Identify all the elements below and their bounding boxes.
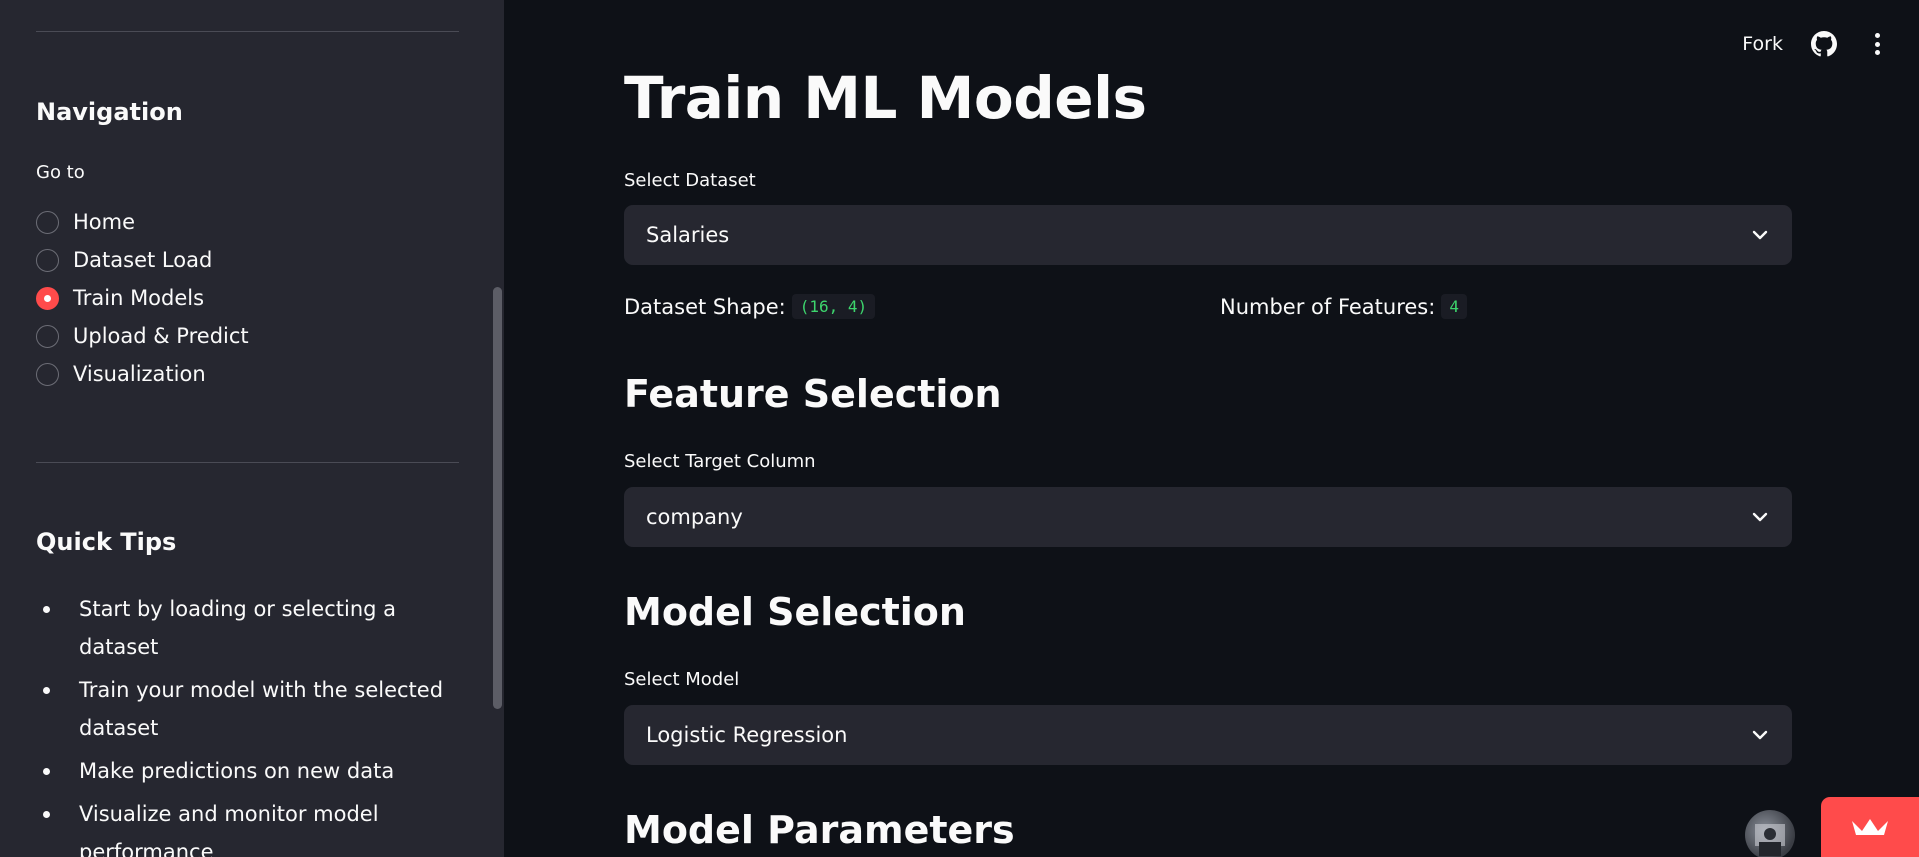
feature-selection-heading: Feature Selection — [624, 372, 1002, 416]
kebab-menu-icon[interactable] — [1865, 31, 1889, 57]
tip-item: Visualize and monitor model performance — [36, 795, 466, 857]
dataset-select-value: Salaries — [646, 223, 730, 247]
nav-option-label: Upload & Predict — [73, 324, 249, 348]
navigation-radio-group: Home Dataset Load Train Models Upload & … — [36, 203, 249, 393]
nav-option-label: Visualization — [73, 362, 206, 386]
sidebar-divider-middle — [36, 462, 459, 463]
nav-option-home[interactable]: Home — [36, 203, 249, 241]
select-model-label: Select Model — [624, 669, 740, 690]
target-column-select[interactable]: company — [624, 487, 1792, 547]
kebab-dot — [1874, 33, 1880, 38]
select-dataset-label: Select Dataset — [624, 170, 756, 191]
github-icon[interactable] — [1811, 31, 1837, 57]
kebab-dot — [1874, 50, 1880, 55]
fork-link[interactable]: Fork — [1742, 33, 1783, 55]
sidebar-scrollbar[interactable] — [493, 287, 502, 709]
radio-selected-icon[interactable] — [36, 286, 59, 310]
chevron-down-icon — [1750, 507, 1770, 527]
dataset-select[interactable]: Salaries — [624, 205, 1792, 265]
select-target-label: Select Target Column — [624, 451, 816, 472]
nav-option-visualization[interactable]: Visualization — [36, 355, 249, 393]
streamlit-badge[interactable] — [1821, 797, 1919, 857]
page-title: Train ML Models — [624, 64, 1147, 132]
nav-option-train-models[interactable]: Train Models — [36, 279, 249, 317]
kebab-dot — [1874, 41, 1880, 47]
header-toolbar: Fork — [1742, 24, 1919, 64]
user-avatar[interactable] — [1745, 810, 1795, 857]
nav-option-label: Home — [73, 210, 136, 234]
chevron-down-icon — [1750, 225, 1770, 245]
nav-option-label: Dataset Load — [73, 248, 213, 272]
num-features-stat: Number of Features: 4 — [1220, 294, 1467, 319]
radio-circle-icon[interactable] — [36, 324, 59, 348]
radio-circle-icon[interactable] — [36, 248, 59, 272]
nav-option-dataset-load[interactable]: Dataset Load — [36, 241, 249, 279]
model-selection-heading: Model Selection — [624, 590, 966, 634]
tip-item: Train your model with the selected datas… — [36, 671, 466, 747]
radio-circle-icon[interactable] — [36, 210, 59, 234]
sidebar-divider-top — [36, 31, 459, 32]
radio-circle-icon[interactable] — [36, 362, 59, 386]
dataset-shape-value: (16, 4) — [791, 294, 876, 319]
nav-option-label: Train Models — [73, 286, 205, 310]
dataset-shape-label: Dataset Shape: — [624, 294, 786, 319]
dataset-shape-stat: Dataset Shape: (16, 4) — [624, 294, 876, 319]
model-select[interactable]: Logistic Regression — [624, 705, 1792, 765]
nav-option-upload-predict[interactable]: Upload & Predict — [36, 317, 249, 355]
sidebar: Navigation Go to Home Dataset Load Train… — [0, 0, 504, 857]
target-select-value: company — [646, 505, 743, 529]
num-features-value: 4 — [1441, 294, 1467, 319]
streamlit-crown-icon — [1850, 815, 1890, 839]
tip-item: Make predictions on new data — [36, 752, 466, 790]
tip-item: Start by loading or selecting a dataset — [36, 590, 466, 666]
model-select-value: Logistic Regression — [646, 723, 848, 747]
navigation-heading: Navigation — [36, 98, 183, 126]
num-features-label: Number of Features: — [1220, 294, 1436, 319]
goto-label: Go to — [36, 162, 85, 183]
quick-tips-heading: Quick Tips — [36, 528, 177, 556]
chevron-down-icon — [1750, 725, 1770, 745]
app-root: Navigation Go to Home Dataset Load Train… — [0, 0, 1919, 857]
model-parameters-heading: Model Parameters — [624, 808, 1015, 852]
quick-tips-list: Start by loading or selecting a dataset … — [36, 590, 466, 857]
